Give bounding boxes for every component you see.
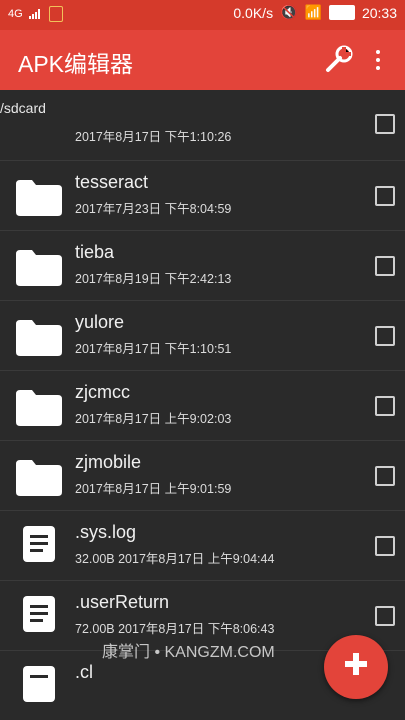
list-item[interactable]: tesseract 2017年7月23日 下午8:04:59	[0, 160, 405, 231]
document-icon	[21, 664, 57, 704]
file-name: yulore	[75, 312, 125, 332]
document-icon	[21, 594, 57, 634]
file-meta: 2017年8月17日 下午1:10:51	[75, 342, 232, 356]
add-button[interactable]	[324, 635, 388, 699]
list-item[interactable]: yulore 2017年8月17日 下午1:10:51	[0, 300, 405, 371]
select-checkbox[interactable]	[375, 606, 395, 626]
network-speed: 0.0K/s	[233, 4, 274, 21]
sim-icon	[48, 6, 63, 22]
signal-icon	[28, 9, 43, 19]
wrench-icon[interactable]	[322, 44, 354, 76]
folder-icon	[16, 460, 62, 496]
folder-icon	[16, 320, 62, 356]
list-item[interactable]: zjcmcc 2017年8月17日 上午9:02:03	[0, 370, 405, 441]
file-meta: 2017年8月17日 上午9:01:59	[75, 482, 232, 496]
select-checkbox[interactable]	[375, 466, 395, 486]
app-bar: APK编辑器	[0, 30, 405, 90]
file-name: .sys.log	[75, 522, 137, 542]
file-meta: 2017年8月17日 上午9:02:03	[75, 412, 232, 426]
file-meta: 2017年7月23日 下午8:04:59	[75, 202, 232, 216]
file-name: tieba	[75, 242, 115, 262]
list-item[interactable]: 2017年8月17日 下午1:10:26	[0, 90, 405, 161]
folder-icon	[16, 390, 62, 426]
select-checkbox[interactable]	[375, 326, 395, 346]
current-path: /sdcard	[0, 100, 46, 116]
list-item[interactable]: tieba 2017年8月19日 下午2:42:13	[0, 230, 405, 301]
file-meta: 72.00B 2017年8月17日 下午8:06:43	[75, 622, 275, 636]
select-checkbox[interactable]	[375, 186, 395, 206]
file-name: .userReturn	[75, 592, 170, 612]
file-meta: 2017年8月19日 下午2:42:13	[75, 272, 232, 286]
file-name: tesseract	[75, 172, 149, 192]
app-title: APK编辑器	[18, 51, 134, 77]
wifi-icon: 📶	[304, 4, 322, 20]
select-checkbox[interactable]	[375, 114, 395, 134]
folder-icon	[16, 180, 62, 216]
document-icon	[21, 524, 57, 564]
file-meta: 32.00B 2017年8月17日 上午9:04:44	[75, 552, 275, 566]
file-name: zjmobile	[75, 452, 142, 472]
mute-icon: 🔇	[280, 4, 298, 20]
folder-icon	[16, 250, 62, 286]
file-meta: 2017年8月17日 下午1:10:26	[75, 130, 232, 144]
select-checkbox[interactable]	[375, 536, 395, 556]
more-options-icon[interactable]	[368, 44, 388, 76]
battery-icon	[328, 5, 355, 20]
status-bar: 4G 0.0K/s 🔇 📶 20:33	[0, 0, 405, 30]
watermark-text: 康掌门 • KANGZM.COM	[102, 644, 275, 661]
select-checkbox[interactable]	[375, 396, 395, 416]
list-item[interactable]: zjmobile 2017年8月17日 上午9:01:59	[0, 440, 405, 511]
file-name: zjcmcc	[75, 382, 130, 402]
list-item[interactable]: .sys.log 32.00B 2017年8月17日 上午9:04:44	[0, 510, 405, 581]
file-name: .cl	[75, 662, 93, 682]
select-checkbox[interactable]	[375, 256, 395, 276]
network-label: 4G	[8, 8, 23, 20]
clock: 20:33	[361, 4, 397, 21]
